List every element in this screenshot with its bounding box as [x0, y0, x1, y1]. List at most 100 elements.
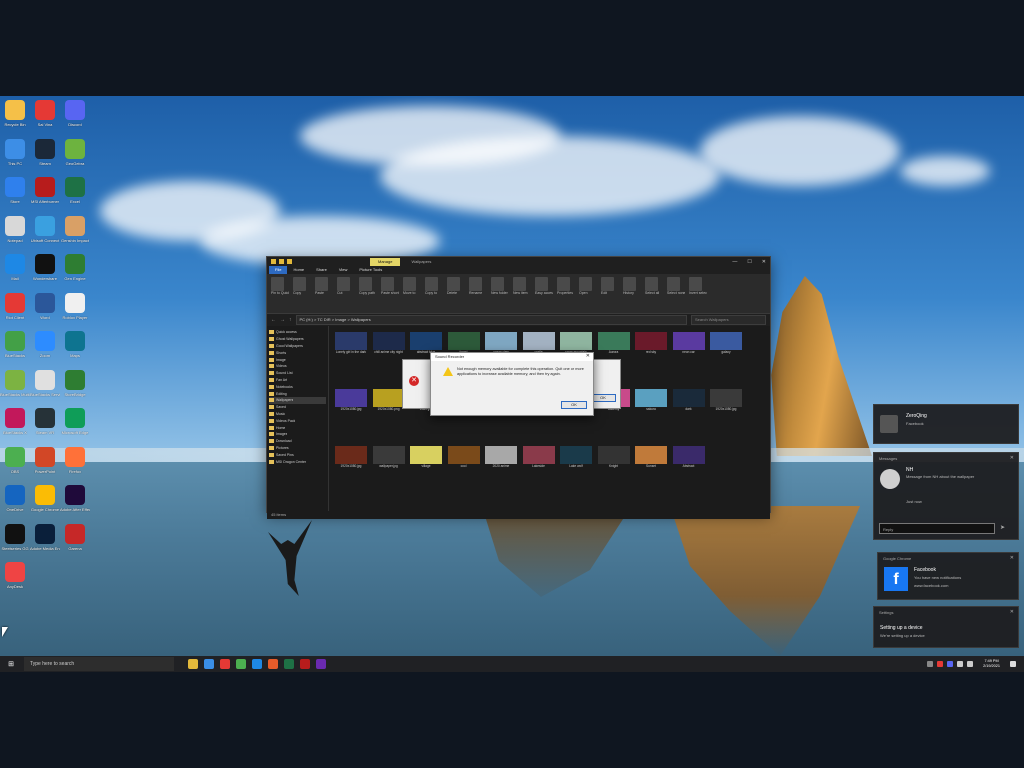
desktop-icon[interactable]: PowerPoint — [30, 446, 60, 474]
send-icon[interactable]: ➤ — [1000, 524, 1005, 531]
desktop-icon[interactable]: Roblox Player — [60, 292, 90, 320]
nav-item[interactable]: Saved — [269, 404, 326, 411]
ribbon-button[interactable]: Invert selection — [689, 277, 707, 310]
ribbon-button[interactable]: Copy to — [425, 277, 443, 310]
file-thumbnail[interactable]: wallpaper.jpg — [372, 446, 405, 468]
desktop-icon[interactable]: Steelseries GG — [0, 523, 30, 551]
desktop-icon[interactable]: Zoom — [30, 331, 60, 358]
nav-item[interactable]: Ghost Wallpapers — [269, 336, 326, 343]
ribbon-button[interactable]: Pin to Quick access — [271, 277, 289, 310]
file-thumbnail[interactable]: Abstract — [672, 446, 705, 468]
taskbar-app-icon[interactable] — [220, 659, 230, 669]
file-thumbnail[interactable]: dark — [672, 389, 705, 411]
taskbar-search-input[interactable]: Type here to search — [24, 657, 174, 671]
file-thumbnail[interactable]: cool — [447, 446, 480, 468]
ribbon-button[interactable]: Rename — [469, 277, 487, 310]
up-icon[interactable]: ↑ — [289, 317, 292, 323]
ribbon-button[interactable]: Copy path — [359, 277, 377, 310]
file-thumbnail[interactable]: chill anime city night — [372, 332, 405, 354]
file-thumbnail[interactable]: forest — [447, 332, 480, 354]
desktop-icon[interactable]: Genshin Impact — [60, 215, 90, 243]
close-icon[interactable]: ✕ — [586, 353, 590, 359]
desktop-icon[interactable]: OBS — [0, 446, 30, 474]
ribbon-button[interactable]: Delete — [447, 277, 465, 310]
nav-item[interactable]: Wallpapers — [269, 396, 326, 404]
ribbon-button[interactable]: Open — [579, 277, 597, 310]
taskbar-app-icon[interactable] — [204, 659, 214, 669]
desktop-icon[interactable]: This PC — [0, 138, 30, 166]
file-thumbnail[interactable]: Lonely girl in the dark — [335, 332, 367, 354]
desktop-icon[interactable]: Microsoft Edge — [60, 408, 90, 435]
ribbon-button[interactable]: Easy access — [535, 277, 553, 310]
quick-access-icon[interactable] — [287, 259, 292, 264]
taskbar-app-icon[interactable] — [236, 659, 246, 669]
taskbar-app-icon[interactable] — [188, 659, 198, 669]
desktop-icon[interactable]: Notepad — [0, 215, 30, 243]
tray-app-icon[interactable] — [937, 661, 944, 667]
nav-item[interactable]: Notebooks — [269, 383, 326, 390]
back-icon[interactable]: ← — [271, 317, 276, 323]
chrome-notification[interactable]: Google Chrome ✕ f Facebook You have new … — [877, 552, 1019, 600]
desktop-icon[interactable]: BlueStacks X — [0, 408, 30, 435]
minimize-icon[interactable]: — — [732, 259, 737, 265]
nav-item[interactable]: Images — [269, 431, 326, 438]
settings-notification[interactable]: Settings ✕ Setting up a device We're set… — [873, 606, 1019, 648]
desktop-icon[interactable]: Steam VR — [30, 408, 60, 435]
file-thumbnail[interactable]: village — [410, 446, 442, 468]
quick-access-icon[interactable] — [279, 259, 284, 264]
taskbar-app-icon[interactable] — [300, 659, 310, 669]
nav-item[interactable]: Home — [269, 424, 326, 431]
file-thumbnail[interactable]: sakura — [635, 389, 667, 411]
file-thumbnail[interactable]: 2020 anime — [485, 446, 517, 468]
taskbar-app-icon[interactable] — [316, 659, 326, 669]
desktop-icon[interactable]: Ubisoft Connect — [30, 215, 60, 243]
nav-item[interactable]: Fan Art — [269, 377, 326, 384]
ribbon-tab[interactable]: View — [333, 266, 354, 274]
file-thumbnail[interactable]: Aurora — [597, 332, 630, 354]
desktop-icon[interactable]: MSI Afterburner — [30, 177, 60, 204]
close-icon[interactable]: ✕ — [1010, 609, 1014, 615]
file-thumbnail[interactable]: galaxy — [710, 332, 742, 354]
ribbon-button[interactable]: Select all — [645, 277, 663, 310]
wifi-icon[interactable] — [957, 661, 964, 667]
nav-item[interactable]: Pictures — [269, 445, 326, 452]
taskbar-app-icon[interactable] — [252, 659, 262, 669]
ribbon-button[interactable]: Edit — [601, 277, 619, 310]
desktop-icon[interactable]: Adobe After Effects — [60, 485, 90, 512]
error-dialog[interactable]: Sound Recorder ✕ Not enough memory avail… — [430, 352, 594, 416]
ribbon-button[interactable]: New item — [513, 277, 531, 310]
ribbon-button[interactable]: Paste — [315, 277, 333, 310]
ribbon-button[interactable]: Cut — [337, 277, 355, 310]
nav-item[interactable]: Videos — [269, 363, 326, 370]
address-bar[interactable]: PC (H:) > TC DIR > Image > Wallpapers — [295, 315, 687, 325]
ribbon-button[interactable]: Move to — [403, 277, 421, 310]
file-thumbnail[interactable]: 1920x1080.jpg — [710, 389, 742, 411]
forward-icon[interactable]: → — [280, 317, 285, 323]
desktop-icon[interactable]: Mail — [0, 254, 30, 281]
desktop-icon[interactable]: BlueStacks Services — [30, 369, 60, 397]
file-thumbnail[interactable]: castle — [522, 332, 555, 354]
desktop-icon[interactable]: Garena — [60, 523, 90, 551]
nav-item[interactable]: Good Wallpapers — [269, 343, 326, 350]
nav-item[interactable]: Videos Pack — [269, 417, 326, 424]
taskbar-app-icon[interactable] — [268, 659, 278, 669]
close-icon[interactable]: ✕ — [1010, 455, 1014, 461]
nav-item[interactable]: Download — [269, 438, 326, 445]
file-thumbnail[interactable]: 1920x1080.jpg — [335, 446, 367, 468]
chevron-up-icon[interactable] — [927, 661, 934, 667]
clock[interactable]: 7:49 PM 2/19/2021 — [983, 659, 1000, 669]
file-thumbnail[interactable]: Lake wolf — [560, 446, 592, 468]
desktop-icon[interactable]: Store — [0, 177, 30, 204]
ribbon-button[interactable]: Select none — [667, 277, 685, 310]
file-thumbnail[interactable]: 1920x1080.jpg — [335, 389, 367, 411]
notification-center-icon[interactable] — [1010, 661, 1016, 667]
ribbon-tab[interactable]: File — [269, 266, 288, 274]
file-thumbnail[interactable]: 1920x1080.png — [372, 389, 405, 411]
nav-item[interactable]: Quick access — [269, 329, 326, 336]
ribbon-button[interactable]: Paste shortcut — [381, 277, 399, 310]
desktop-icon[interactable]: Steam — [30, 138, 60, 166]
file-thumbnail[interactable]: snow mountain — [560, 332, 592, 354]
ok-button[interactable]: OK — [561, 401, 587, 409]
desktop-icon[interactable]: Maps — [60, 331, 90, 358]
file-thumbnail[interactable]: red sky — [635, 332, 667, 354]
